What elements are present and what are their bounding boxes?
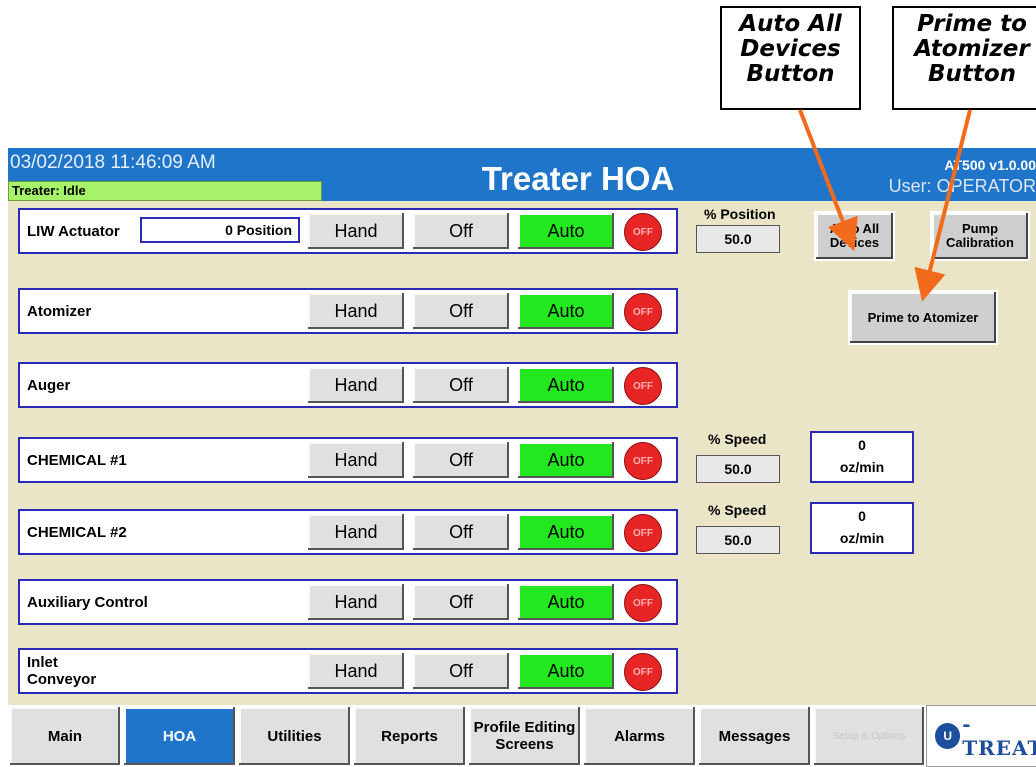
tab-hoa[interactable]: HOA	[122, 705, 237, 767]
callout-line: Auto All	[739, 11, 842, 37]
pump-calibration-button[interactable]: Pump Calibration	[930, 211, 1030, 261]
hand-button[interactable]: Hand	[306, 582, 406, 622]
user-label: User: OPERATOR	[888, 176, 1036, 196]
chem2-speed-value[interactable]: 50.0	[696, 526, 780, 554]
off-button[interactable]: Off	[411, 365, 511, 405]
brand-logo: U -TREAT	[926, 705, 1036, 767]
device-row-auger: Auger Hand Off Auto OFF	[18, 362, 678, 408]
page-title: Treater HOA	[481, 160, 675, 197]
callout-line: Devices	[740, 36, 841, 62]
device-row-liw-actuator: LIW Actuator 0 Position Hand Off Auto OF…	[18, 208, 678, 254]
chem1-speed-label: % Speed	[708, 431, 767, 447]
device-label: Auxiliary Control	[27, 593, 148, 611]
hand-button[interactable]: Hand	[306, 291, 406, 331]
auto-all-devices-button[interactable]: Auto All Devices	[814, 211, 895, 261]
chem1-speed-value[interactable]: 50.0	[696, 455, 780, 483]
off-button[interactable]: Off	[411, 582, 511, 622]
callout-line: Button	[927, 61, 1017, 87]
callout-line: Button	[746, 61, 835, 87]
tab-messages[interactable]: Messages	[697, 705, 812, 767]
device-row-auxiliary-control: Auxiliary Control Hand Off Auto OFF	[18, 579, 678, 625]
chem1-flow-unit: oz/min	[839, 459, 885, 475]
status-indicator: OFF	[624, 367, 662, 405]
status-indicator: OFF	[624, 442, 662, 480]
device-label: Atomizer	[27, 302, 92, 320]
hand-button[interactable]: Hand	[306, 211, 406, 251]
callout-line: Atomizer	[914, 36, 1030, 62]
callout-line: Prime to	[917, 11, 1027, 37]
title-bar: 03/02/2018 11:46:09 AM Treater: Idle Tre…	[8, 148, 1036, 201]
hand-button[interactable]: Hand	[306, 651, 406, 691]
chem2-flow-display: 0 oz/min	[810, 502, 914, 554]
device-label: Inlet Conveyor	[27, 654, 97, 688]
chem2-flow-unit: oz/min	[839, 530, 885, 546]
auto-button[interactable]: Auto	[516, 211, 616, 251]
status-indicator: OFF	[624, 653, 662, 691]
off-button[interactable]: Off	[411, 512, 511, 552]
device-row-chemical-1: CHEMICAL #1 Hand Off Auto OFF	[18, 437, 678, 483]
tab-reports[interactable]: Reports	[352, 705, 467, 767]
device-row-atomizer: Atomizer Hand Off Auto OFF	[18, 288, 678, 334]
position-value[interactable]: 50.0	[696, 225, 780, 253]
tab-alarms[interactable]: Alarms	[582, 705, 697, 767]
status-indicator: OFF	[624, 584, 662, 622]
auto-button[interactable]: Auto	[516, 582, 616, 622]
treater-status: Treater: Idle	[8, 181, 322, 201]
auto-button[interactable]: Auto	[516, 512, 616, 552]
off-button[interactable]: Off	[411, 440, 511, 480]
status-indicator: OFF	[624, 213, 662, 251]
prime-to-atomizer-button[interactable]: Prime to Atomizer	[848, 290, 998, 345]
device-row-chemical-2: CHEMICAL #2 Hand Off Auto OFF	[18, 509, 678, 555]
device-label: CHEMICAL #1	[27, 451, 127, 469]
off-button[interactable]: Off	[411, 291, 511, 331]
device-row-inlet-conveyor: Inlet Conveyor Hand Off Auto OFF	[18, 648, 678, 694]
tab-setup-options: Setup & Options	[812, 705, 926, 767]
status-indicator: OFF	[624, 514, 662, 552]
chem2-speed-label: % Speed	[708, 502, 767, 518]
tab-profile-editing-screens[interactable]: Profile Editing Screens	[467, 705, 582, 767]
hand-button[interactable]: Hand	[306, 512, 406, 552]
tab-main[interactable]: Main	[8, 705, 122, 767]
chem1-flow-value: 0	[858, 437, 866, 453]
auto-button[interactable]: Auto	[516, 651, 616, 691]
callout-auto-all-devices: Auto All Devices Button	[720, 6, 861, 110]
logo-icon: U	[935, 723, 961, 749]
hand-button[interactable]: Hand	[306, 365, 406, 405]
device-label: LIW Actuator	[27, 222, 120, 240]
hand-button[interactable]: Hand	[306, 440, 406, 480]
chem1-flow-display: 0 oz/min	[810, 431, 914, 483]
hmi-screen: 03/02/2018 11:46:09 AM Treater: Idle Tre…	[8, 148, 1036, 767]
status-indicator: OFF	[624, 293, 662, 331]
version-label: AT500 v1.0.00	[944, 157, 1036, 173]
auto-button[interactable]: Auto	[516, 365, 616, 405]
actuator-position-display: 0 Position	[140, 217, 300, 243]
device-label: Auger	[27, 376, 71, 394]
position-label: % Position	[704, 206, 776, 222]
timestamp: 03/02/2018 11:46:09 AM	[10, 152, 216, 173]
chem2-flow-value: 0	[858, 508, 866, 524]
tab-utilities[interactable]: Utilities	[237, 705, 352, 767]
off-button[interactable]: Off	[411, 211, 511, 251]
auto-button[interactable]: Auto	[516, 440, 616, 480]
off-button[interactable]: Off	[411, 651, 511, 691]
device-label: CHEMICAL #2	[27, 523, 127, 541]
callout-prime-to-atomizer: Prime to Atomizer Button	[892, 6, 1036, 110]
auto-button[interactable]: Auto	[516, 291, 616, 331]
logo-text: -TREAT	[962, 712, 1036, 760]
